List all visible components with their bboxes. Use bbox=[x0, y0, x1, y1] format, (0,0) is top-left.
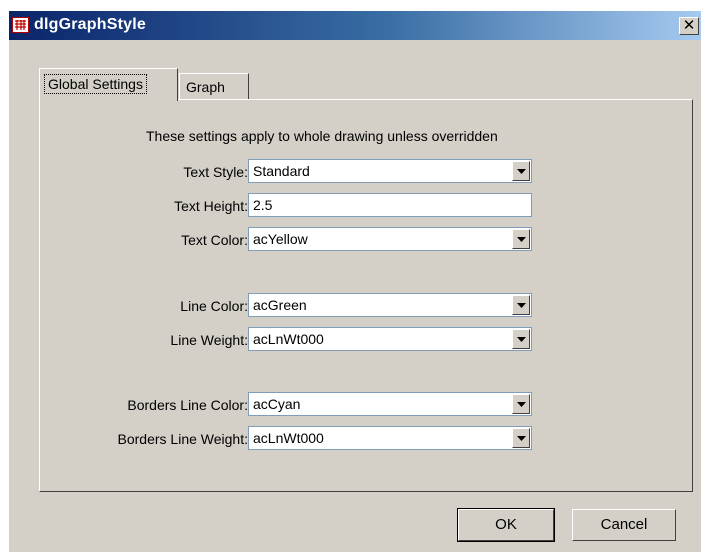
text-height-input[interactable]: 2.5 bbox=[248, 193, 532, 217]
text-style-value: Standard bbox=[253, 163, 310, 179]
borders-line-color-label: Borders Line Color: bbox=[127, 397, 248, 413]
ok-button[interactable]: OK bbox=[457, 508, 555, 542]
close-icon: ✕ bbox=[682, 17, 696, 34]
chevron-down-icon[interactable] bbox=[512, 428, 530, 448]
borders-line-weight-value: acLnWt000 bbox=[253, 430, 324, 446]
panel-description: These settings apply to whole drawing un… bbox=[146, 128, 498, 144]
chevron-down-icon[interactable] bbox=[512, 295, 530, 315]
borders-line-color-dropdown[interactable]: acCyan bbox=[248, 392, 532, 416]
borders-line-weight-label: Borders Line Weight: bbox=[117, 431, 248, 447]
borders-line-color-value: acCyan bbox=[253, 396, 301, 412]
tab-global-settings[interactable]: Global Settings bbox=[39, 68, 178, 101]
cancel-button[interactable]: Cancel bbox=[572, 509, 676, 541]
borders-line-weight-dropdown[interactable]: acLnWt000 bbox=[248, 426, 532, 450]
dialog-window: dlgGraphStyle ✕ Global Settings Graph Th… bbox=[8, 10, 701, 552]
chevron-down-icon[interactable] bbox=[512, 394, 530, 414]
title-bar[interactable]: dlgGraphStyle ✕ bbox=[9, 11, 701, 40]
text-height-value: 2.5 bbox=[253, 197, 273, 213]
tab-graph[interactable]: Graph bbox=[179, 73, 249, 100]
chevron-down-icon[interactable] bbox=[512, 161, 530, 181]
global-settings-panel: These settings apply to whole drawing un… bbox=[39, 99, 693, 492]
text-height-label: Text Height: bbox=[174, 198, 248, 214]
text-color-value: acYellow bbox=[253, 231, 308, 247]
chevron-down-icon[interactable] bbox=[512, 229, 530, 249]
line-weight-value: acLnWt000 bbox=[253, 331, 324, 347]
line-color-value: acGreen bbox=[253, 297, 307, 313]
text-color-dropdown[interactable]: acYellow bbox=[248, 227, 532, 251]
line-weight-dropdown[interactable]: acLnWt000 bbox=[248, 327, 532, 351]
tab-label-global-settings: Global Settings bbox=[44, 74, 147, 94]
line-color-label: Line Color: bbox=[180, 298, 248, 314]
text-style-dropdown[interactable]: Standard bbox=[248, 159, 532, 183]
window-title: dlgGraphStyle bbox=[34, 16, 146, 33]
line-weight-label: Line Weight: bbox=[170, 332, 248, 348]
tab-label-graph: Graph bbox=[186, 79, 225, 95]
text-style-label: Text Style: bbox=[183, 164, 248, 180]
app-icon bbox=[12, 17, 29, 33]
chevron-down-icon[interactable] bbox=[512, 329, 530, 349]
close-button[interactable]: ✕ bbox=[679, 17, 699, 35]
text-color-label: Text Color: bbox=[181, 232, 248, 248]
line-color-dropdown[interactable]: acGreen bbox=[248, 293, 532, 317]
